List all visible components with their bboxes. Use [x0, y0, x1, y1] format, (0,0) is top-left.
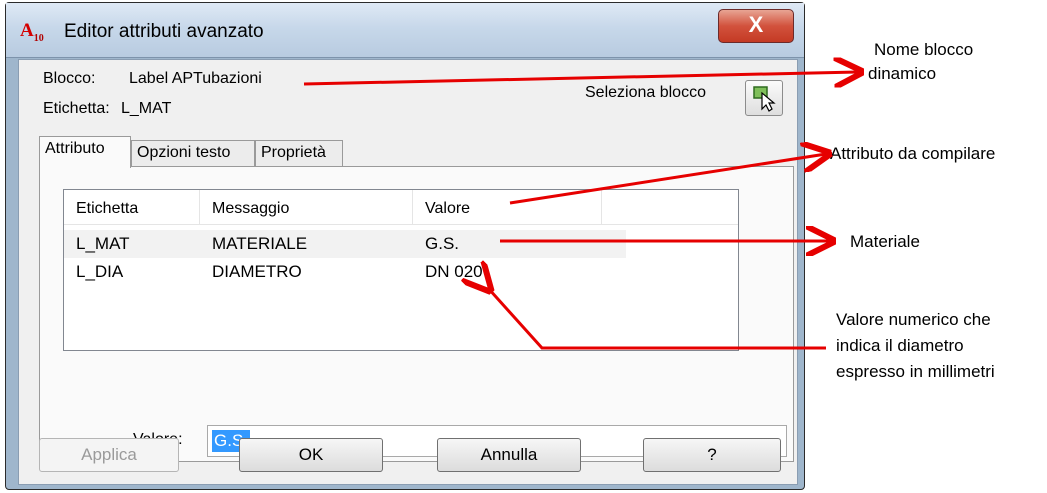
arrow-attributo	[509, 154, 826, 205]
annotation-arrows	[303, 0, 1047, 350]
arrow-nome-blocco	[303, 72, 858, 84]
tab-attributo[interactable]: Attributo	[39, 136, 131, 168]
arrow-valore	[488, 288, 826, 350]
